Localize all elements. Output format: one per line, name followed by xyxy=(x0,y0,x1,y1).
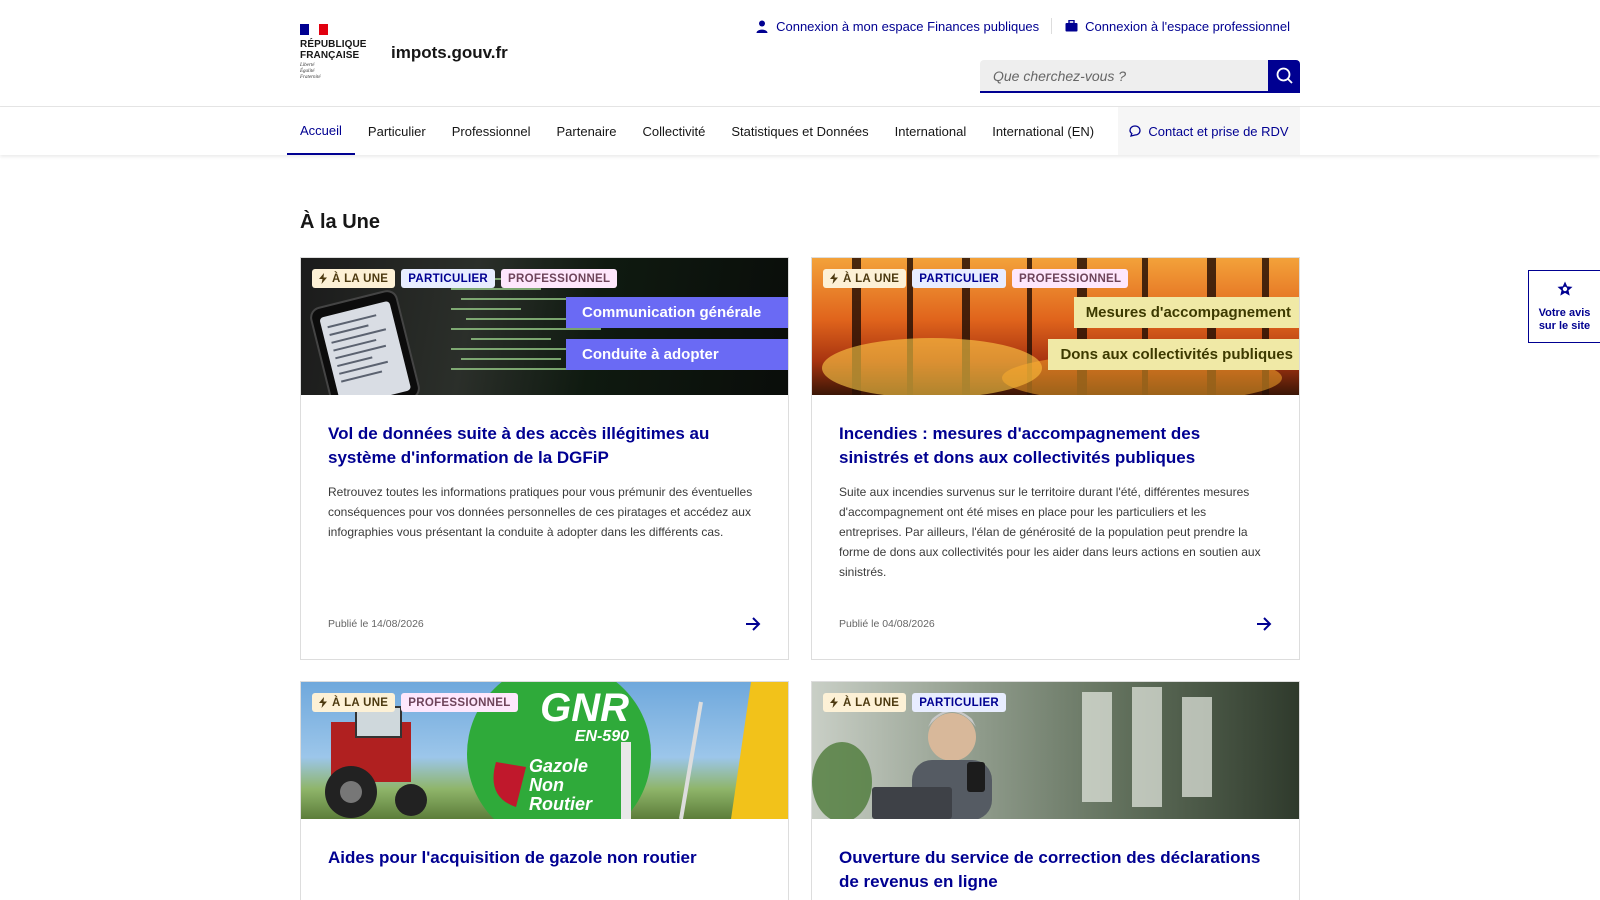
card-badges: À LA UNE PARTICULIER xyxy=(823,693,1007,712)
republic-name-line2: FRANÇAISE xyxy=(300,50,360,61)
nav-item-accueil[interactable]: Accueil xyxy=(287,107,355,155)
card-image-forest-fire: À LA UNE PARTICULIER PROFESSIONNEL Mesur… xyxy=(812,258,1299,395)
badge-professionnel: PROFESSIONNEL xyxy=(501,269,618,288)
bolt-icon xyxy=(830,697,838,708)
feedback-button[interactable]: Votre avis sur le site xyxy=(1528,270,1600,343)
flag-icon xyxy=(300,24,328,35)
tools-divider xyxy=(1051,18,1053,34)
card-badges: À LA UNE PARTICULIER PROFESSIONNEL xyxy=(823,269,1129,288)
image-label: Communication générale xyxy=(566,297,788,328)
search-bar xyxy=(980,60,1300,93)
nav-item-statistiques[interactable]: Statistiques et Données xyxy=(718,107,881,155)
card-image-tractor-gnr: GNR EN-590 Gazole Non Routier À LA UNE P… xyxy=(301,682,788,819)
badge-particulier: PARTICULIER xyxy=(912,269,1007,288)
search-icon xyxy=(1276,67,1293,87)
card-description: Retrouvez toutes les informations pratiq… xyxy=(328,485,753,539)
briefcase-icon xyxy=(1064,19,1078,33)
badge-a-la-une: À LA UNE xyxy=(312,693,396,712)
republic-name-line1: RÉPUBLIQUE xyxy=(300,39,367,50)
news-card-fires[interactable]: À LA UNE PARTICULIER PROFESSIONNEL Mesur… xyxy=(811,257,1300,660)
search-input[interactable] xyxy=(980,60,1268,93)
republique-francaise-logo[interactable]: RÉPUBLIQUE FRANÇAISE Liberté Égalité Fra… xyxy=(300,24,370,84)
contact-rdv-label: Contact et prise de RDV xyxy=(1148,123,1289,139)
site-name[interactable]: impots.gouv.fr xyxy=(391,43,508,63)
arrow-right-icon[interactable] xyxy=(1256,617,1272,631)
news-card-correction-service[interactable]: À LA UNE PARTICULIER Ouverture du servic… xyxy=(811,681,1300,900)
card-badges: À LA UNE PARTICULIER PROFESSIONNEL xyxy=(312,269,618,288)
badge-particulier: PARTICULIER xyxy=(912,693,1007,712)
card-image-woman-phone: À LA UNE PARTICULIER xyxy=(812,682,1299,819)
login-personal-label: Connexion à mon espace Finances publique… xyxy=(776,18,1040,34)
card-title[interactable]: Vol de données suite à des accès illégit… xyxy=(328,422,761,470)
nav-item-international[interactable]: International xyxy=(882,107,980,155)
nav-item-collectivite[interactable]: Collectivité xyxy=(629,107,718,155)
nav-item-partenaire[interactable]: Partenaire xyxy=(544,107,630,155)
chat-bubble-icon xyxy=(1129,125,1142,137)
user-icon xyxy=(755,19,769,33)
star-icon xyxy=(1556,280,1574,303)
image-label: Dons aux collectivités publiques xyxy=(1048,339,1299,370)
site-header: RÉPUBLIQUE FRANÇAISE Liberté Égalité Fra… xyxy=(0,0,1600,107)
image-label: Conduite à adopter xyxy=(566,339,788,370)
login-personal-link[interactable]: Connexion à mon espace Finances publique… xyxy=(755,19,1039,34)
badge-particulier: PARTICULIER xyxy=(401,269,496,288)
bolt-icon xyxy=(319,273,327,284)
card-date: Publié le 04/08/2026 xyxy=(839,618,935,630)
nav-item-particulier[interactable]: Particulier xyxy=(355,107,439,155)
search-button[interactable] xyxy=(1268,60,1300,93)
nav-item-professionnel[interactable]: Professionnel xyxy=(439,107,544,155)
badge-a-la-une: À LA UNE xyxy=(312,269,396,288)
image-label: Mesures d'accompagnement xyxy=(1073,297,1299,328)
card-date: Publié le 14/08/2026 xyxy=(328,618,424,630)
card-image-hacker: À LA UNE PARTICULIER PROFESSIONNEL Commu… xyxy=(301,258,788,395)
badge-professionnel: PROFESSIONNEL xyxy=(401,693,518,712)
section-title: À la Une xyxy=(300,211,381,233)
card-description: Suite aux incendies survenus sur le terr… xyxy=(839,485,1261,579)
bolt-icon xyxy=(319,697,327,708)
header-tools: Connexion à mon espace Finances publique… xyxy=(755,17,1290,35)
motto: Liberté Égalité Fraternité xyxy=(300,63,321,80)
card-title[interactable]: Ouverture du service de correction des d… xyxy=(839,846,1272,894)
gazole-non-routier-text: Gazole Non Routier xyxy=(529,756,592,814)
news-card-data-breach[interactable]: À LA UNE PARTICULIER PROFESSIONNEL Commu… xyxy=(300,257,789,660)
card-title[interactable]: Aides pour l'acquisition de gazole non r… xyxy=(328,846,761,870)
news-card-gnr[interactable]: GNR EN-590 Gazole Non Routier À LA UNE P… xyxy=(300,681,789,900)
badge-a-la-une: À LA UNE xyxy=(823,693,907,712)
badge-a-la-une: À LA UNE xyxy=(823,269,907,288)
contact-rdv-button[interactable]: Contact et prise de RDV xyxy=(1118,107,1300,155)
login-pro-label: Connexion à l'espace professionnel xyxy=(1085,18,1290,34)
arrow-right-icon[interactable] xyxy=(745,617,761,631)
bolt-icon xyxy=(830,273,838,284)
gnr-logo-text: GNR EN-590 xyxy=(540,686,629,745)
card-title[interactable]: Incendies : mesures d'accompagnement des… xyxy=(839,422,1272,470)
main-navigation: Accueil Particulier Professionnel Parten… xyxy=(0,107,1600,155)
card-badges: À LA UNE PROFESSIONNEL xyxy=(312,693,518,712)
badge-professionnel: PROFESSIONNEL xyxy=(1012,269,1129,288)
login-pro-link[interactable]: Connexion à l'espace professionnel xyxy=(1064,19,1290,34)
nav-item-international-en[interactable]: International (EN) xyxy=(979,107,1107,155)
feedback-label: Votre avis sur le site xyxy=(1538,307,1591,332)
